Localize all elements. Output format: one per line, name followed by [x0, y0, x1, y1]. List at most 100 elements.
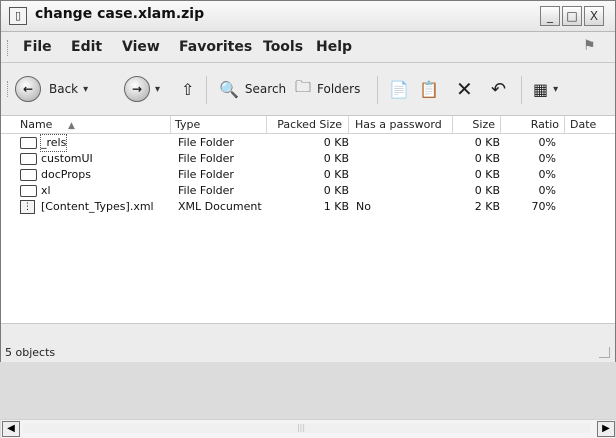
- menu-favorites[interactable]: Favorites: [179, 39, 252, 55]
- views-icon: ▦: [533, 79, 549, 99]
- table-row[interactable]: _rels File Folder 0 KB 0 KB 0%: [1, 134, 615, 152]
- undo-icon: ↶: [491, 78, 507, 100]
- search-icon: 🔍: [219, 79, 239, 99]
- size-cell: 0 KB: [474, 184, 500, 197]
- size-cell: 0 KB: [474, 136, 500, 149]
- views-button[interactable]: ▦ ▾: [533, 74, 558, 104]
- app-icon: ▯: [9, 7, 27, 25]
- name-cell: customUI: [41, 152, 93, 165]
- size-cell: 0 KB: [474, 168, 500, 181]
- copy-to-button[interactable]: 📋: [419, 74, 439, 104]
- column-packed-size[interactable]: Packed Size: [267, 116, 349, 133]
- scroll-right-icon: ▶: [602, 423, 610, 434]
- folder-icon: [20, 137, 37, 149]
- folders-icon: 🗀: [295, 76, 312, 96]
- table-row[interactable]: docProps File Folder 0 KB 0 KB 0%: [1, 167, 615, 183]
- toolbar-grip: [7, 81, 11, 97]
- column-password[interactable]: Has a password: [349, 116, 453, 133]
- type-cell: File Folder: [178, 136, 234, 149]
- close-button[interactable]: X: [584, 6, 604, 26]
- ratio-cell: 70%: [531, 200, 556, 213]
- menu-edit[interactable]: Edit: [71, 39, 102, 55]
- menu-view[interactable]: View: [122, 39, 160, 55]
- type-cell: File Folder: [178, 184, 234, 197]
- ratio-cell: 0%: [538, 184, 556, 197]
- delete-button[interactable]: ✕: [456, 74, 473, 104]
- column-header: Name ▲ Type Packed Size Has a password S…: [1, 116, 615, 134]
- search-button[interactable]: 🔍 Search: [219, 74, 286, 104]
- back-button[interactable]: ← Back ▾: [15, 74, 88, 104]
- back-dropdown-icon[interactable]: ▾: [83, 84, 88, 95]
- toolbar-separator: [377, 76, 378, 104]
- folder-icon: [20, 185, 37, 197]
- folder-icon: [20, 169, 37, 181]
- up-folder-icon: ⇧: [181, 79, 195, 99]
- back-label: Back: [49, 82, 79, 96]
- menu-help[interactable]: Help: [316, 39, 352, 55]
- up-folder-button[interactable]: ⇧: [181, 74, 194, 104]
- forward-arrow-icon: →: [124, 76, 150, 102]
- name-cell: [Content_Types].xml: [41, 200, 154, 213]
- views-dropdown-icon[interactable]: ▾: [553, 84, 558, 95]
- copy-to-icon: 📋: [419, 79, 439, 99]
- type-cell: File Folder: [178, 168, 234, 181]
- forward-dropdown-icon[interactable]: ▾: [155, 84, 160, 95]
- packed-size-cell: 0 KB: [323, 136, 349, 149]
- table-row[interactable]: ⋮ [Content_Types].xml XML Document 1 KB No 2 …: [1, 199, 615, 215]
- name-cell: xl: [41, 184, 51, 197]
- status-bar: 5 objects: [1, 323, 615, 362]
- status-text: 5 objects: [5, 346, 56, 359]
- packed-size-cell: 0 KB: [323, 184, 349, 197]
- packed-size-cell: 0 KB: [323, 152, 349, 165]
- window-title: change case.xlam.zip: [35, 6, 205, 22]
- column-type[interactable]: Type: [171, 116, 267, 133]
- windows-flag-icon: ⚑: [583, 38, 596, 54]
- packed-size-cell: 1 KB: [323, 200, 349, 213]
- resize-grip-icon[interactable]: [599, 347, 610, 358]
- scroll-right-button[interactable]: ▶: [597, 421, 615, 437]
- toolbar: ← Back ▾ → ▾ ⇧ 🔍 Search 🗀 Folders 📄 📋 ✕ …: [1, 63, 615, 116]
- menu-file[interactable]: File: [23, 39, 52, 55]
- back-arrow-icon: ←: [15, 76, 41, 102]
- folders-label: Folders: [317, 82, 361, 96]
- column-date[interactable]: Date: [565, 116, 615, 133]
- horizontal-scrollbar[interactable]: ◀ ||| ▶: [1, 419, 615, 438]
- minimize-icon: _: [547, 9, 553, 23]
- xml-icon: ⋮: [20, 200, 35, 214]
- toolbar-separator: [206, 76, 207, 104]
- menu-tools[interactable]: Tools: [263, 39, 303, 55]
- menu-grip: [7, 40, 11, 56]
- name-cell: _rels: [39, 134, 68, 152]
- title-bar[interactable]: ▯ change case.xlam.zip _ □ X: [1, 1, 615, 32]
- forward-button[interactable]: → ▾: [124, 74, 160, 104]
- name-cell: docProps: [41, 168, 91, 181]
- file-list: Name ▲ Type Packed Size Has a password S…: [1, 116, 615, 438]
- password-cell: No: [356, 200, 371, 213]
- column-name[interactable]: Name ▲: [1, 116, 171, 133]
- size-cell: 0 KB: [474, 152, 500, 165]
- folders-button[interactable]: 🗀 Folders: [295, 74, 360, 104]
- maximize-icon: □: [566, 9, 578, 23]
- scroll-left-button[interactable]: ◀: [2, 421, 20, 437]
- folder-icon: [20, 153, 37, 165]
- ratio-cell: 0%: [538, 152, 556, 165]
- maximize-button[interactable]: □: [562, 6, 582, 26]
- table-row[interactable]: customUI File Folder 0 KB 0 KB 0%: [1, 151, 615, 167]
- table-row[interactable]: xl File Folder 0 KB 0 KB 0%: [1, 183, 615, 199]
- explorer-window: ▯ change case.xlam.zip _ □ X File Edit V…: [0, 0, 616, 438]
- move-to-button[interactable]: 📄: [389, 74, 409, 104]
- minimize-button[interactable]: _: [540, 6, 560, 26]
- column-size[interactable]: Size: [453, 116, 501, 133]
- type-cell: XML Document: [178, 200, 262, 213]
- search-label: Search: [244, 82, 287, 96]
- packed-size-cell: 0 KB: [323, 168, 349, 181]
- close-icon: X: [589, 9, 599, 23]
- toolbar-separator: [521, 76, 522, 104]
- scroll-track[interactable]: [23, 423, 590, 433]
- column-ratio[interactable]: Ratio: [501, 116, 565, 133]
- ratio-cell: 0%: [538, 168, 556, 181]
- size-cell: 2 KB: [474, 200, 500, 213]
- delete-icon: ✕: [456, 77, 473, 101]
- scroll-thumb-grip[interactable]: |||: [296, 423, 306, 433]
- undo-button[interactable]: ↶: [491, 74, 506, 104]
